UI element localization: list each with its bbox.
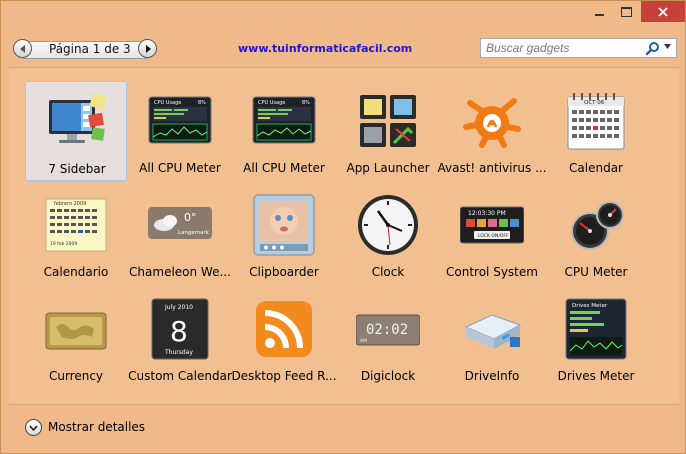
gadget-tile[interactable]: 0° Langemark Chameleon We... <box>129 185 231 285</box>
gadget-label: Chameleon We... <box>129 265 231 279</box>
control-time: 12:03:30 PM <box>468 210 506 217</box>
cpu-meter-gauge-icon <box>571 201 624 250</box>
gadget-label: 7 Sidebar <box>48 162 106 176</box>
gadget-tile[interactable]: Avast! antivirus ... <box>437 81 547 181</box>
calendario-month: febrero 2009 <box>54 201 86 207</box>
gadget-tile[interactable]: DriveInfo <box>441 289 543 389</box>
app-launcher-icon <box>360 95 416 147</box>
gadget-tile[interactable]: 12:03:30 PM LOCK ON/OFF Control System <box>441 185 543 285</box>
calendario-icon: febrero 2009 19 feb 2009 <box>45 198 107 252</box>
gadgets-window: Página 1 de 3 www.tuinformaticafacil.com <box>0 0 686 454</box>
panel-percent: 8% <box>198 100 206 106</box>
drives-meter-icon: Drives Meter <box>565 298 627 360</box>
show-details-label[interactable]: Mostrar detalles <box>48 420 145 434</box>
clock-icon <box>358 195 418 255</box>
clipboarder-icon <box>253 194 315 256</box>
gadget-label: Avast! antivirus ... <box>437 161 547 175</box>
gadget-label: App Launcher <box>346 161 430 175</box>
gadget-label: CPU Meter <box>564 265 628 279</box>
show-details-button[interactable] <box>25 419 42 436</box>
custom-calendar-icon: July 2010 8 Thursday <box>151 298 209 360</box>
watermark-text: www.tuinformaticafacil.com <box>238 42 413 55</box>
minimize-icon <box>594 13 604 16</box>
gadget-tile[interactable]: CPU Meter <box>545 185 647 285</box>
close-icon <box>658 6 668 17</box>
weather-place: Langemark <box>178 230 210 236</box>
gadget-tile[interactable]: OCT 06 Calendar <box>545 81 647 181</box>
gadget-label: Desktop Feed R... <box>231 369 337 383</box>
search-icon[interactable] <box>645 41 660 56</box>
chevron-down-icon <box>29 424 38 431</box>
close-button[interactable] <box>641 1 685 22</box>
drives-meter-title: Drives Meter <box>572 303 608 309</box>
control-lock: LOCK ON/OFF <box>478 233 509 239</box>
gadget-label: Clock <box>371 265 405 279</box>
chevron-down-icon[interactable] <box>664 44 671 49</box>
gadget-label: Control System <box>446 265 538 279</box>
toolbar: Página 1 de 3 www.tuinformaticafacil.com <box>1 31 685 67</box>
weather-icon: 0° Langemark <box>148 207 212 239</box>
search-box[interactable] <box>480 38 677 58</box>
title-bar[interactable] <box>1 1 685 31</box>
gadget-tile[interactable]: CPU Usage 8% All CPU Meter <box>129 81 231 181</box>
gadget-tile[interactable]: CPU Usage 8% All CPU Meter <box>233 81 335 181</box>
gadget-tile[interactable]: Clock <box>337 185 439 285</box>
digiclock-ampm: AM <box>360 338 367 344</box>
panel-title: CPU Usage <box>258 100 285 106</box>
calendar-icon: OCT 06 <box>567 93 625 150</box>
arrow-right-icon <box>145 44 151 53</box>
gadget-label: Clipboarder <box>249 265 319 279</box>
gadget-label: Custom Calendar <box>128 369 232 383</box>
maximize-button[interactable] <box>613 1 640 22</box>
gadget-label: Calendar <box>569 161 623 175</box>
custom-calendar-month: July 2010 <box>164 304 193 311</box>
maximize-icon <box>621 6 632 17</box>
gadget-tile[interactable]: Desktop Feed R... <box>231 289 337 389</box>
gadget-tile[interactable]: febrero 2009 19 feb 2009 Calendario <box>25 185 127 285</box>
gadget-tile[interactable]: Drives Meter Drives Meter <box>545 289 647 389</box>
control-system-icon: 12:03:30 PM LOCK ON/OFF <box>460 206 524 244</box>
gadget-label: Currency <box>48 369 104 383</box>
cpu-usage-panel-icon: CPU Usage 8% <box>252 96 316 144</box>
weather-temp: 0° <box>184 211 197 224</box>
gadget-label: All CPU Meter <box>139 161 221 175</box>
gadget-tile[interactable]: App Launcher <box>337 81 439 181</box>
monitor-sidebar-icon <box>49 92 107 143</box>
gadget-gallery: 7 Sidebar CPU Usage 8% All CPU Meter CPU… <box>9 67 679 405</box>
next-page-button[interactable] <box>138 39 157 58</box>
page-indicator: Página 1 de 3 <box>49 42 131 56</box>
cpu-usage-panel-icon: CPU Usage 8% <box>148 96 212 144</box>
gadget-tile[interactable]: 7 Sidebar <box>25 81 127 181</box>
avast-icon <box>463 98 521 148</box>
drive-info-icon <box>464 314 522 349</box>
minimize-button[interactable] <box>585 1 613 22</box>
gadget-tile[interactable]: Currency <box>25 289 127 389</box>
gadget-tile[interactable]: July 2010 8 Thursday Custom Calendar <box>128 289 232 389</box>
digiclock-icon: 02:02 AM <box>356 314 420 346</box>
custom-calendar-weekday: Thursday <box>164 349 193 356</box>
gadget-label: Calendario <box>43 265 109 279</box>
search-input[interactable] <box>481 39 646 57</box>
gadget-tile[interactable]: Clipboarder <box>233 185 335 285</box>
gadget-label: Digiclock <box>360 369 416 383</box>
digiclock-time: 02:02 <box>366 322 408 338</box>
gadget-tile[interactable]: 02:02 AM Digiclock <box>337 289 439 389</box>
calendario-footer: 19 feb 2009 <box>50 241 77 247</box>
custom-calendar-day: 8 <box>170 315 188 348</box>
gadget-label: All CPU Meter <box>243 161 325 175</box>
arrow-left-icon <box>19 44 25 53</box>
calendar-month: OCT 06 <box>584 100 605 106</box>
rss-feed-icon <box>256 301 312 357</box>
gadget-label: Drives Meter <box>557 369 635 383</box>
panel-percent: 8% <box>302 100 310 106</box>
previous-page-button[interactable] <box>13 39 32 58</box>
panel-title: CPU Usage <box>154 100 181 106</box>
gadget-label: DriveInfo <box>464 369 520 383</box>
currency-card-icon <box>45 312 107 350</box>
